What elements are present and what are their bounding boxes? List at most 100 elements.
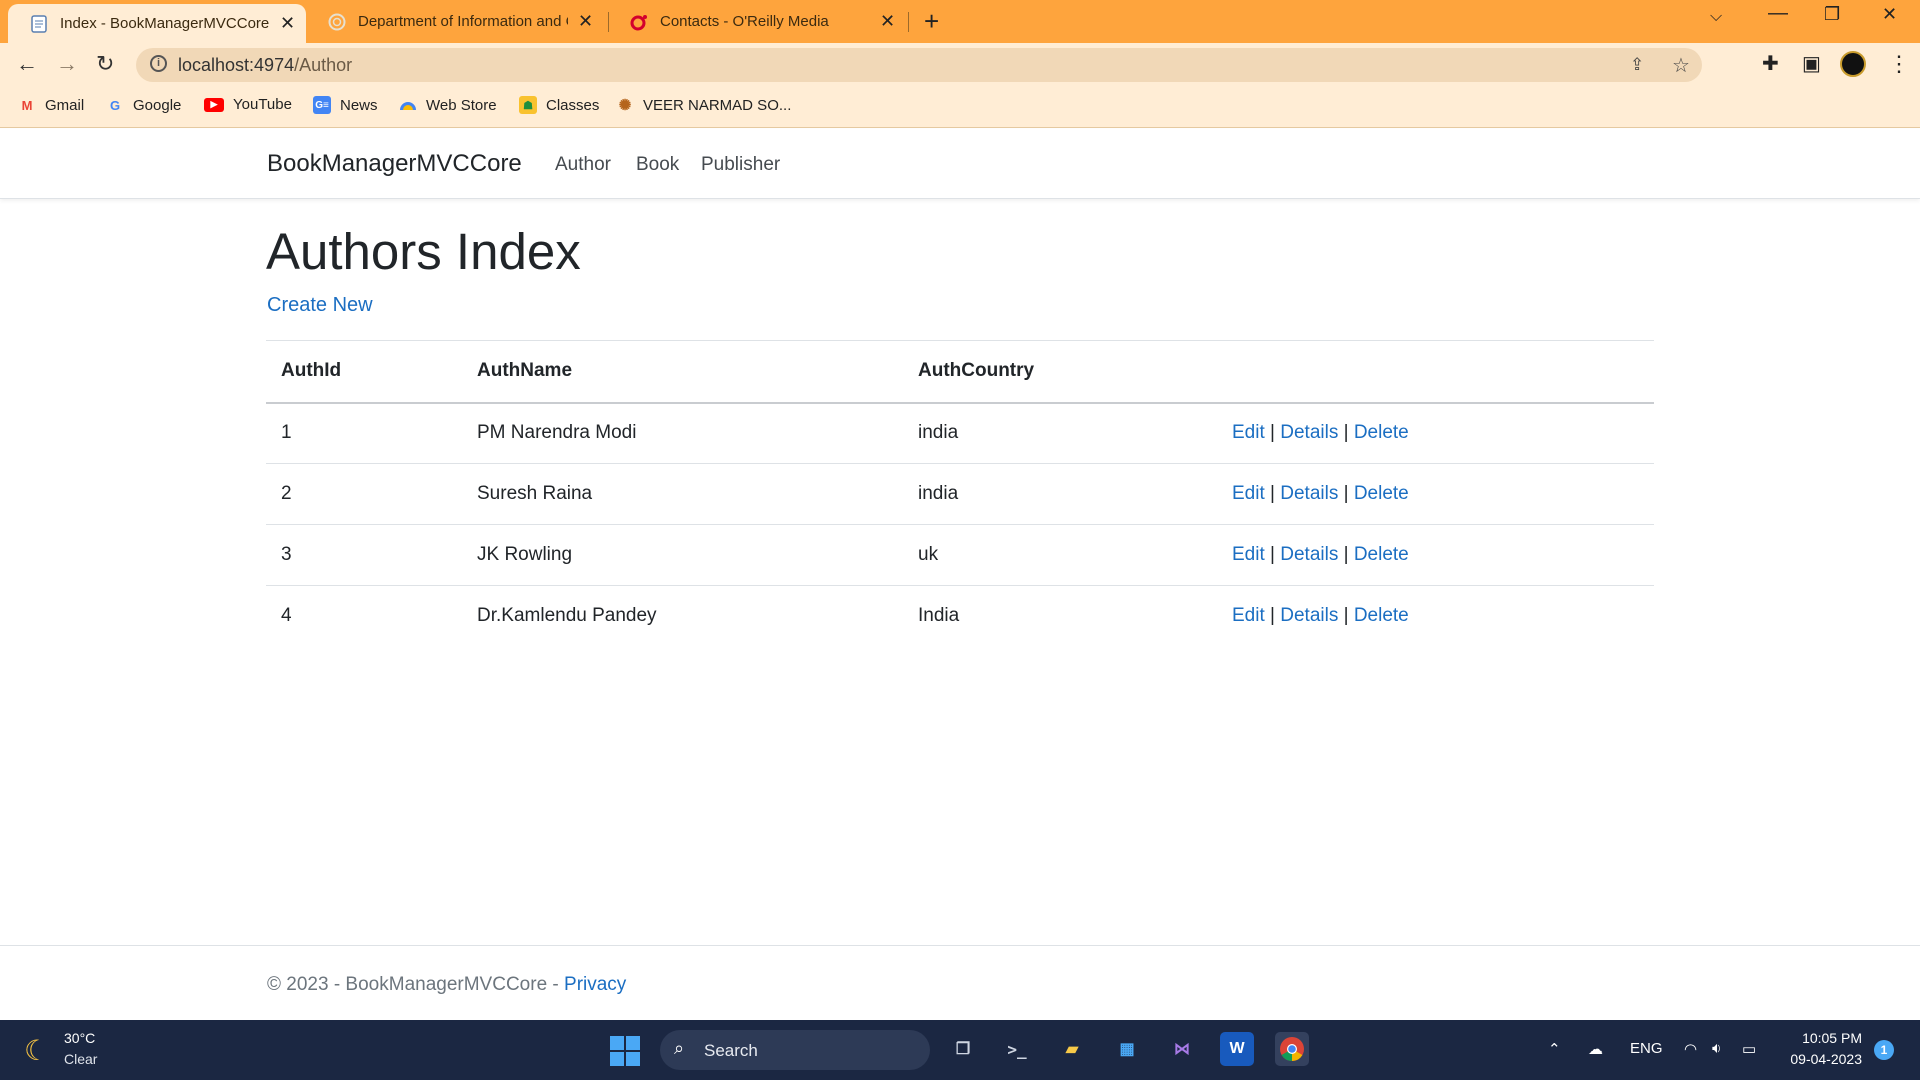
tab-contacts[interactable]: Contacts - O'Reilly Media ✕ <box>608 0 908 43</box>
gmail-icon: M <box>21 97 33 113</box>
close-icon[interactable]: ✕ <box>880 11 895 32</box>
chevron-up-icon[interactable]: ⌃ <box>1548 1040 1561 1058</box>
weather-condition[interactable]: Clear <box>64 1051 97 1067</box>
tab-department[interactable]: Department of Information and C ✕ <box>306 0 606 43</box>
bookmark-gmail[interactable]: M Gmail <box>18 96 85 114</box>
microsoft-store-icon[interactable]: ▦ <box>1110 1032 1144 1066</box>
cell-authcountry: India <box>918 605 960 627</box>
privacy-link[interactable]: Privacy <box>564 974 626 995</box>
reload-icon[interactable]: ↻ <box>96 51 114 77</box>
action-separator: | <box>1343 483 1349 504</box>
bookmark-classes[interactable]: ☗ Classes <box>519 96 599 114</box>
tab-search-chevron-icon[interactable]: ⌵ <box>1710 8 1722 26</box>
close-icon[interactable]: ✕ <box>578 11 593 32</box>
details-link[interactable]: Details <box>1280 483 1338 504</box>
nav-link-publisher[interactable]: Publisher <box>701 154 780 176</box>
delete-link[interactable]: Delete <box>1354 605 1409 626</box>
cell-authcountry: india <box>903 402 1217 464</box>
nav-link-author[interactable]: Author <box>555 154 611 176</box>
extensions-puzzle-icon[interactable]: ✚ <box>1762 51 1779 76</box>
search-label: Search <box>704 1041 758 1060</box>
cell-authid: 4 <box>281 605 292 627</box>
edit-link[interactable]: Edit <box>1232 544 1265 565</box>
table-header-row: AuthId AuthName AuthCountry <box>266 340 1654 404</box>
bookmark-label: VEER NARMAD SO... <box>643 96 792 114</box>
forward-arrow-icon[interactable]: → <box>56 51 78 77</box>
edit-link[interactable]: Edit <box>1232 483 1265 504</box>
bookmark-label: Google <box>133 96 182 114</box>
word-icon[interactable]: W <box>1220 1032 1254 1066</box>
authors-table: AuthId AuthName AuthCountry 1 PM Narendr… <box>266 340 1654 647</box>
language-indicator[interactable]: ENG <box>1630 1040 1663 1057</box>
cell-authname: Dr.Kamlendu Pandey <box>477 605 657 627</box>
column-header-authcountry: AuthCountry <box>903 340 1217 404</box>
new-tab-button[interactable]: + <box>924 6 939 37</box>
tab-index[interactable]: Index - BookManagerMVCCore ✕ <box>8 4 306 43</box>
action-separator: | <box>1270 605 1275 627</box>
moon-weather-icon[interactable]: ☾ <box>24 1034 49 1067</box>
volume-icon[interactable]: 🔉︎ <box>1712 1040 1721 1057</box>
cell-authname: JK Rowling <box>462 524 903 586</box>
site-info-icon[interactable]: i <box>150 55 167 72</box>
windows-start-icon[interactable] <box>610 1036 640 1066</box>
minimize-icon[interactable]: — <box>1768 2 1788 25</box>
close-window-icon[interactable]: ✕ <box>1882 4 1897 25</box>
youtube-icon: ▶ <box>204 97 224 112</box>
details-link[interactable]: Details <box>1280 422 1338 443</box>
browser-tab-strip: Index - BookManagerMVCCore ✕ Department … <box>0 0 1920 43</box>
profile-avatar[interactable] <box>1840 51 1866 77</box>
globe-icon <box>328 13 346 31</box>
clock-time[interactable]: 10:05 PM <box>1798 1030 1862 1046</box>
address-url: localhost:4974/Author <box>178 55 353 75</box>
bookmark-news[interactable]: G≡ News <box>313 96 378 114</box>
windows-taskbar: ☾ 30°C Clear ⌕ Search ❐ >_ ▰ ▦ ⋈ W ⌃ ☁ E… <box>0 1020 1920 1080</box>
search-icon: ⌕ <box>674 1038 685 1058</box>
restore-icon[interactable]: ❐ <box>1824 4 1840 25</box>
share-icon[interactable]: ⇪ <box>1630 55 1644 75</box>
bookmark-star-icon[interactable]: ☆ <box>1672 53 1690 78</box>
edit-link[interactable]: Edit <box>1232 605 1265 626</box>
site-footer: © 2023 - BookManagerMVCCore - Privacy <box>0 945 1920 1020</box>
cell-actions: Edit | Details | Delete <box>1217 402 1654 464</box>
wifi-icon[interactable]: ◠ <box>1684 1040 1697 1058</box>
cell-actions: Edit | Details | Delete <box>1217 463 1654 525</box>
terminal-icon[interactable]: >_ <box>1000 1032 1034 1066</box>
weather-temperature[interactable]: 30°C <box>64 1030 95 1046</box>
google-icon: G <box>109 97 121 113</box>
file-explorer-icon[interactable]: ▰ <box>1055 1032 1089 1066</box>
close-icon[interactable]: ✕ <box>280 13 295 34</box>
task-view-icon[interactable]: ❐ <box>946 1032 980 1066</box>
menu-kebab-icon[interactable]: ⋮ <box>1888 51 1910 77</box>
web-store-icon <box>399 96 417 114</box>
brand-link[interactable]: BookManagerMVCCore <box>267 150 522 178</box>
bookmark-web-store[interactable]: Web Store <box>399 96 497 114</box>
create-new-link[interactable]: Create New <box>267 294 373 317</box>
taskbar-search[interactable]: ⌕ Search <box>660 1030 930 1070</box>
details-link[interactable]: Details <box>1280 544 1338 565</box>
column-header-actions <box>1217 340 1654 404</box>
bookmark-google[interactable]: G Google <box>106 96 181 114</box>
onedrive-cloud-icon[interactable]: ☁ <box>1588 1040 1603 1058</box>
back-arrow-icon[interactable]: ← <box>16 51 38 77</box>
cell-authid: 1 <box>266 402 462 464</box>
battery-icon[interactable]: ▭ <box>1742 1040 1756 1058</box>
bookmark-youtube[interactable]: ▶ YouTube <box>204 96 292 113</box>
page-icon <box>30 14 48 33</box>
details-link[interactable]: Details <box>1280 605 1338 626</box>
news-icon: G≡ <box>313 96 331 114</box>
side-panel-icon[interactable]: ▣ <box>1802 51 1821 76</box>
delete-link[interactable]: Delete <box>1354 544 1409 565</box>
address-bar[interactable]: i localhost:4974/Author ☆ ⇪ <box>136 48 1702 82</box>
edit-link[interactable]: Edit <box>1232 422 1265 443</box>
column-header-authname: AuthName <box>462 340 903 404</box>
notification-badge[interactable]: 1 <box>1874 1040 1894 1060</box>
chrome-icon[interactable] <box>1275 1032 1309 1066</box>
nav-link-book[interactable]: Book <box>636 154 679 176</box>
visual-studio-icon[interactable]: ⋈ <box>1165 1032 1199 1066</box>
bookmark-veer-narmad[interactable]: ✺ VEER NARMAD SO... <box>616 96 792 115</box>
clock-date[interactable]: 09-04-2023 <box>1782 1051 1862 1067</box>
delete-link[interactable]: Delete <box>1354 422 1409 443</box>
university-emblem-icon: ✺ <box>618 97 632 114</box>
delete-link[interactable]: Delete <box>1354 483 1409 504</box>
table-row: 4 Dr.Kamlendu Pandey India Edit | Detail… <box>266 586 1654 647</box>
